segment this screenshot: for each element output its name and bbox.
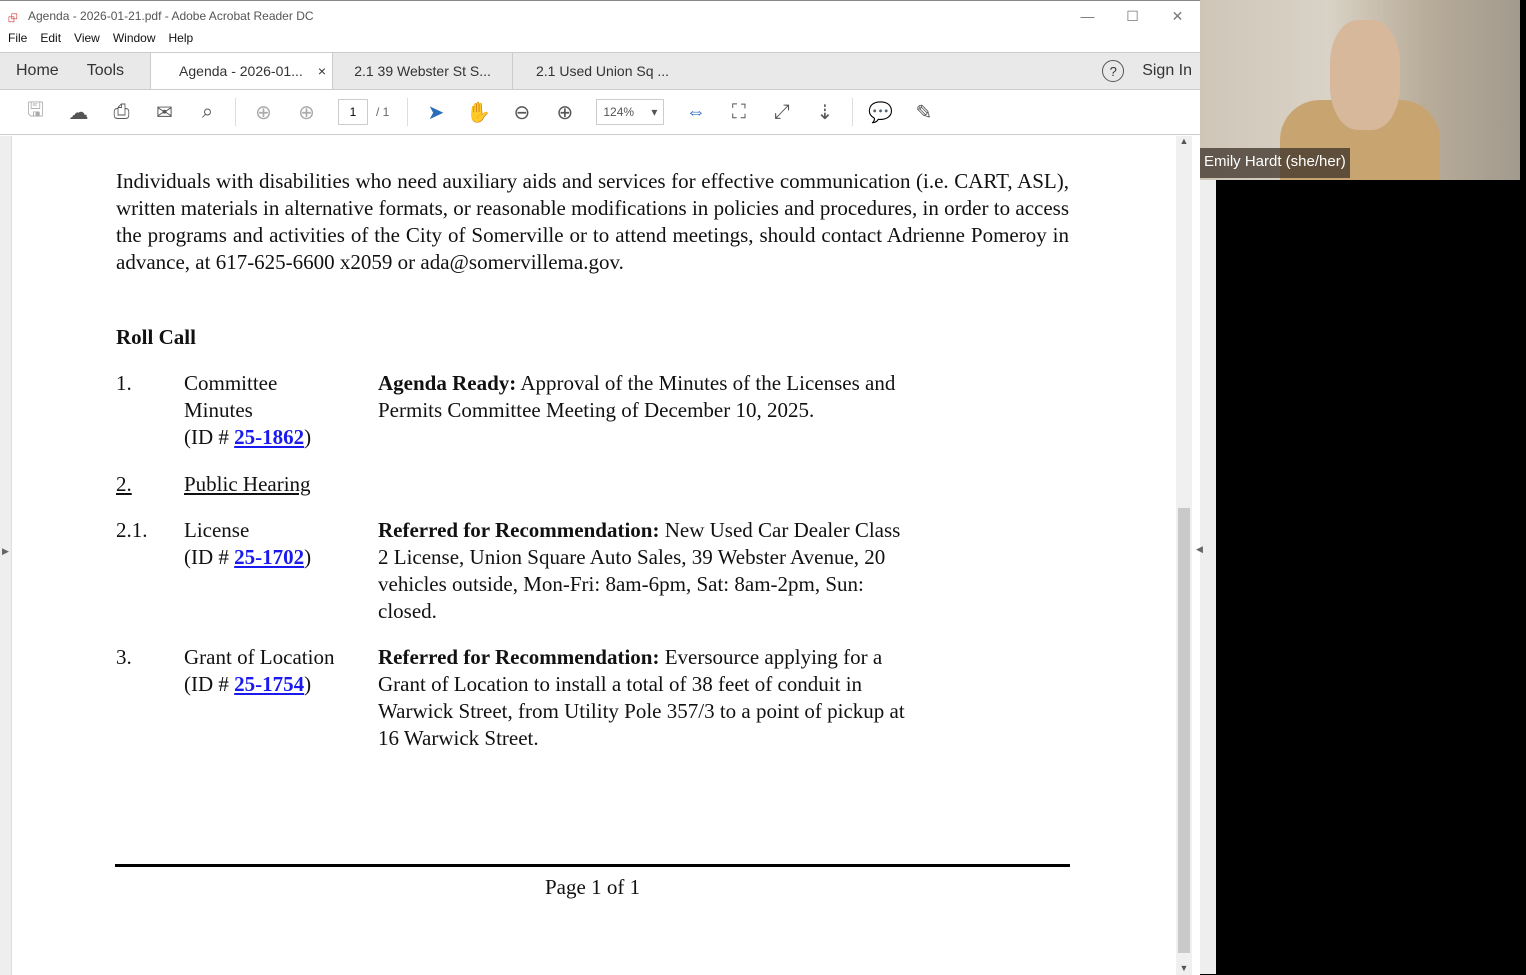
comment-icon[interactable]: 💬 (859, 100, 902, 125)
menu-bar: File Edit View Window Help (0, 31, 1200, 51)
label-line: License (184, 518, 250, 542)
minimize-button[interactable]: — (1065, 1, 1110, 31)
sign-in-button[interactable]: Sign In (1142, 62, 1192, 80)
divider (235, 98, 236, 126)
scroll-up-icon[interactable]: ▲ (1176, 136, 1192, 146)
right-panel-toggle[interactable]: ◀ (1196, 180, 1216, 974)
hand-tool-icon[interactable]: ✋ (457, 100, 500, 125)
scroll-mode-icon[interactable]: ⇣ (803, 100, 846, 125)
acrobat-window: ⮺ Agenda - 2026-01-21.pdf - Adobe Acroba… (0, 0, 1200, 975)
page-number-input[interactable]: 1 (338, 99, 368, 125)
window-title: Agenda - 2026-01-21.pdf - Adobe Acrobat … (28, 9, 314, 23)
item-id: (ID # 25-1862) (184, 424, 311, 451)
maximize-button[interactable]: ☐ (1110, 1, 1155, 31)
expand-arrow-icon: ◀ (1196, 544, 1203, 554)
tab-tools[interactable]: Tools (71, 53, 136, 89)
item-id: (ID # 25-1754) (184, 671, 334, 698)
fit-width-icon[interactable]: ⇔ (674, 101, 717, 124)
vertical-scrollbar[interactable]: ▲ ▼ (1176, 136, 1192, 975)
item-label: License (ID # 25-1702) (184, 517, 311, 571)
participant-name: Emily Hardt (she/her) (1200, 148, 1350, 178)
toolbar: 🖫 ☁ ⎙ ✉ ⌕ ⊕ ⊕ 1 / 1 ➤ ✋ ⊖ ⊕ 124% ▾ ⇔ ⛶ ⤢ … (0, 90, 1200, 135)
menu-window[interactable]: Window (113, 31, 156, 51)
doc-tab-union-sq[interactable]: 2.1 Used Union Sq ... (512, 53, 692, 89)
item-number: 3. (116, 645, 132, 669)
id-suffix: ) (304, 545, 312, 569)
close-button[interactable]: ✕ (1155, 1, 1200, 31)
roll-call-heading: Roll Call (116, 325, 196, 349)
item-number: 2.1. (116, 518, 148, 542)
doc-tab-label: Agenda - 2026-01... (179, 63, 303, 79)
page-footer: Page 1 of 1 (545, 875, 641, 899)
print-icon[interactable]: ⎙ (100, 101, 143, 124)
id-prefix: (ID # (184, 672, 235, 696)
page-total: / 1 (376, 105, 390, 119)
item-id-link[interactable]: 25-1702 (234, 545, 304, 569)
tab-home[interactable]: Home (0, 53, 71, 89)
menu-view[interactable]: View (74, 31, 100, 51)
chevron-down-icon: ▾ (651, 105, 658, 119)
label-line: Minutes (184, 398, 253, 422)
close-tab-icon[interactable]: × (318, 63, 326, 79)
item-label: Committee Minutes (ID # 25-1862) (184, 370, 311, 451)
title-bar: ⮺ Agenda - 2026-01-21.pdf - Adobe Acroba… (0, 1, 1200, 31)
participant-face (1330, 20, 1400, 130)
fit-page-icon[interactable]: ⛶ (717, 101, 760, 124)
item-description: Agenda Ready: Approval of the Minutes of… (378, 370, 908, 424)
video-tile: Emily Hardt (she/her) (1200, 0, 1520, 180)
search-icon[interactable]: ⌕ (186, 101, 229, 124)
id-suffix: ) (304, 425, 312, 449)
id-suffix: ) (304, 672, 312, 696)
id-prefix: (ID # (184, 545, 235, 569)
label-line: Grant of Location (184, 645, 335, 669)
item-number: 1. (116, 371, 132, 395)
divider (407, 98, 409, 126)
item-label: Grant of Location (ID # 25-1754) (184, 644, 334, 698)
expand-arrow-icon: ▶ (2, 546, 9, 556)
zoom-value: 124% (603, 105, 635, 119)
zoom-select[interactable]: 124% ▾ (596, 99, 665, 125)
section-number: 2. (116, 472, 132, 496)
menu-help[interactable]: Help (169, 31, 194, 51)
id-prefix: (ID # (184, 425, 235, 449)
zoom-out-icon[interactable]: ⊖ (500, 100, 543, 125)
item-id-link[interactable]: 25-1862 (234, 425, 304, 449)
prev-page-icon[interactable]: ⊕ (242, 100, 285, 125)
upload-cloud-icon[interactable]: ☁ (57, 100, 100, 125)
menu-edit[interactable]: Edit (40, 31, 61, 51)
email-icon[interactable]: ✉ (143, 100, 186, 125)
doc-tab-agenda[interactable]: Agenda - 2026-01... × (150, 53, 333, 89)
pdf-icon: ⮺ (8, 11, 18, 25)
doc-tab-webster[interactable]: 2.1 39 Webster St S... (332, 53, 512, 89)
section-heading: Public Hearing (184, 472, 311, 496)
full-screen-icon[interactable]: ⤢ (760, 101, 803, 124)
scrollbar-thumb[interactable] (1178, 508, 1190, 953)
item-id: (ID # 25-1702) (184, 544, 311, 571)
document-view: ▶ Individuals with disabilities who need… (0, 136, 1200, 975)
label-line: Committee (184, 371, 278, 395)
tab-bar: Home Tools Agenda - 2026-01... × 2.1 39 … (0, 52, 1200, 90)
item-id-link[interactable]: 25-1754 (234, 672, 304, 696)
accessibility-paragraph: Individuals with disabilities who need a… (116, 169, 1069, 274)
zoom-in-icon[interactable]: ⊕ (543, 100, 586, 125)
item-description: Referred for Recommendation: New Used Ca… (378, 517, 908, 625)
left-panel-toggle[interactable]: ▶ (0, 136, 12, 975)
footer-rule (115, 864, 1070, 867)
item-description: Referred for Recommendation: Eversource … (378, 644, 908, 752)
highlight-pen-icon[interactable]: ✎ (902, 100, 945, 125)
item-status: Referred for Recommendation: (378, 645, 660, 669)
item-status: Agenda Ready: (378, 371, 517, 395)
save-icon[interactable]: 🖫 (14, 95, 57, 129)
divider (852, 98, 854, 126)
select-cursor-icon[interactable]: ➤ (414, 100, 457, 125)
item-status: Referred for Recommendation: (378, 518, 660, 542)
menu-file[interactable]: File (8, 31, 27, 51)
scroll-down-icon[interactable]: ▼ (1176, 963, 1192, 973)
help-icon[interactable]: ? (1102, 60, 1125, 82)
next-page-icon[interactable]: ⊕ (285, 100, 328, 125)
